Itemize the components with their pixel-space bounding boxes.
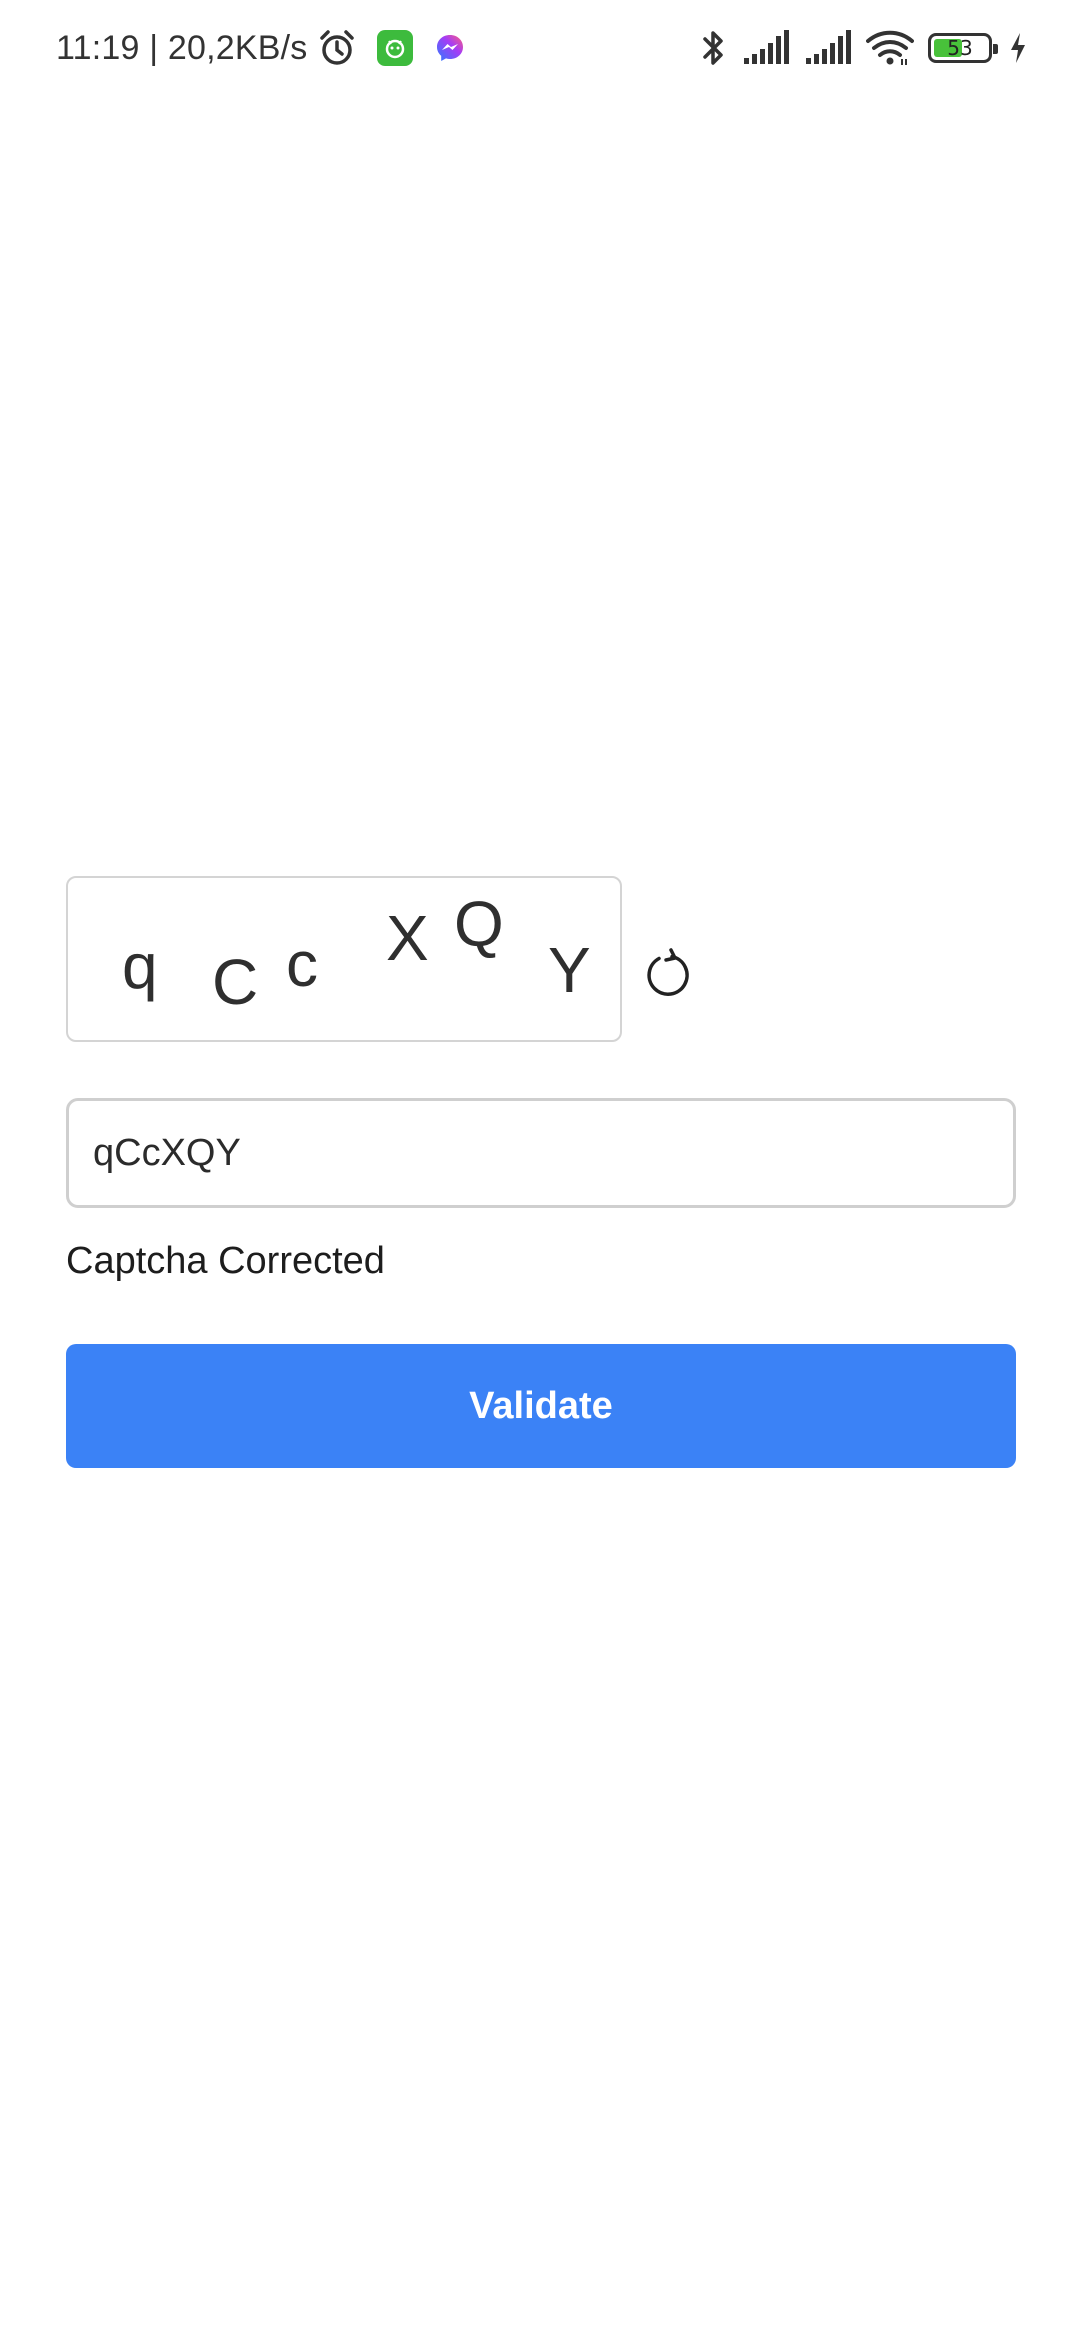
bluetooth-icon [700,28,728,68]
status-bar: 11:19 | 20,2KB/s 53 [0,0,1080,96]
captcha-char: C [212,946,259,1018]
captcha-image: q C c X Q Y [66,876,622,1042]
alarm-icon [317,28,357,68]
signal-icon [742,30,790,66]
refresh-captcha-button[interactable] [640,946,696,1002]
status-time-speed: 11:19 | 20,2KB/s [56,28,308,67]
charging-icon [1008,31,1028,65]
wifi-icon [866,29,914,67]
battery-cap [993,44,998,54]
refresh-icon [642,948,694,1000]
captcha-char: X [386,902,429,974]
signal-icon [804,30,852,66]
validate-button[interactable]: Validate [66,1344,1016,1468]
battery-icon: 53 [928,33,998,63]
captcha-char: Q [454,888,504,960]
captcha-char: Y [548,934,591,1006]
app-notification-icon [377,30,414,66]
status-bar-right: 53 [700,22,1028,74]
captcha-status-message: Captcha Corrected [66,1240,385,1282]
battery-level-text: 53 [947,36,973,60]
messenger-icon [435,33,465,63]
captcha-char: c [286,928,318,1000]
status-bar-left: 11:19 | 20,2KB/s [56,22,465,74]
captcha-char: q [122,930,158,1002]
captcha-input[interactable] [66,1098,1016,1208]
